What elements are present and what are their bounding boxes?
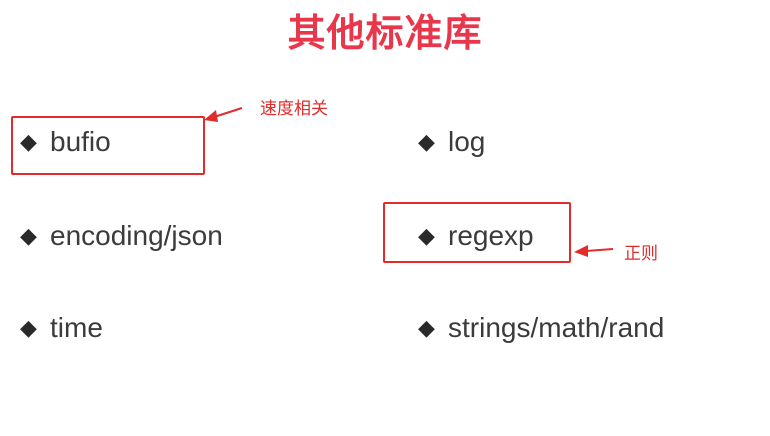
arrow-icon (574, 245, 614, 257)
annotation-arrows (204, 107, 614, 257)
arrow-icon (204, 107, 243, 122)
